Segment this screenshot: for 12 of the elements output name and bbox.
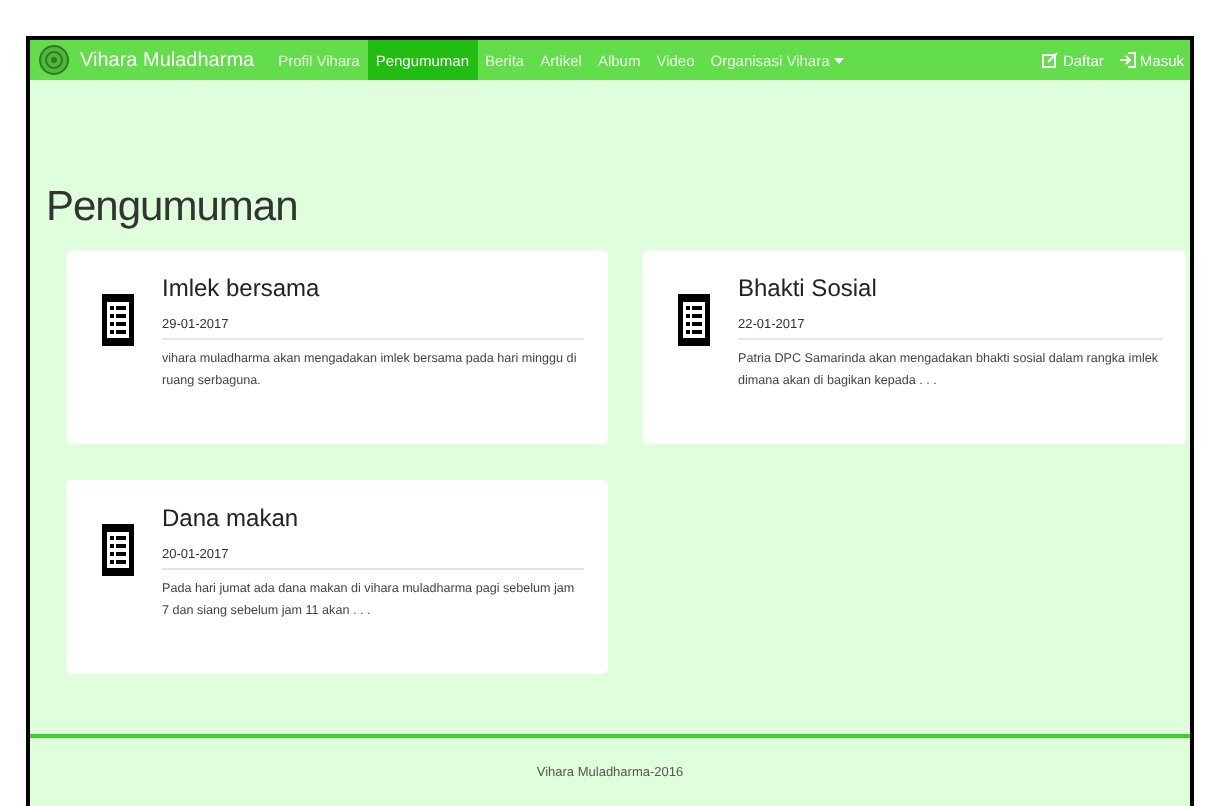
site-brand[interactable]: Vihara Muladharma (80, 49, 255, 71)
caret-icon (833, 57, 844, 63)
page-heading: Pengumuman (46, 184, 300, 232)
document-list-icon (102, 524, 134, 576)
announcement-title[interactable]: Imlek bersama (162, 274, 584, 302)
announcement-title[interactable]: Bhakti Sosial (738, 274, 1162, 302)
sign-in-icon (1119, 52, 1136, 68)
document-list-icon (678, 294, 710, 346)
document-list-icon (102, 294, 134, 346)
announcement-title[interactable]: Dana makan (162, 504, 584, 532)
emblem-icon (38, 44, 70, 76)
edit-icon (1042, 52, 1059, 68)
